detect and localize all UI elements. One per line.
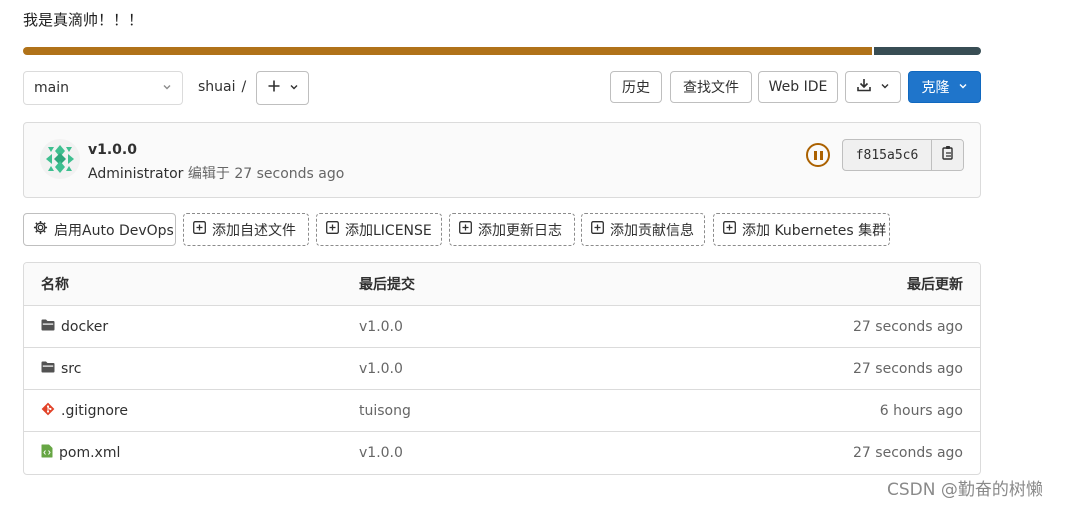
last-update-cell: 6 hours ago <box>879 402 963 419</box>
add-to-tree-button[interactable] <box>256 71 309 105</box>
breadcrumb-project[interactable]: shuai <box>198 79 236 95</box>
add-changelog-label: 添加更新日志 <box>478 222 562 239</box>
last-update-cell: 27 seconds ago <box>853 318 963 335</box>
table-row[interactable]: .gitignore tuisong 6 hours ago <box>24 390 980 432</box>
file-name-cell: pom.xml <box>41 444 120 462</box>
last-commit-cell[interactable]: v1.0.0 <box>359 319 403 335</box>
add-contributing-button[interactable]: 添加贡献信息 <box>581 213 705 246</box>
xml-file-icon <box>41 444 53 462</box>
header-last-commit: 最后提交 <box>359 277 415 293</box>
add-readme-button[interactable]: 添加自述文件 <box>183 213 309 246</box>
file-tree-table: 名称 最后提交 最后更新 docker v1.0.0 27 seconds ag… <box>23 262 981 475</box>
add-kubernetes-label: 添加 Kubernetes 集群 <box>742 222 887 239</box>
add-license-button[interactable]: 添加LICENSE <box>316 213 442 246</box>
last-commit-panel: v1.0.0 Administrator 编辑于 27 seconds ago … <box>23 122 981 198</box>
git-icon <box>41 402 55 420</box>
commit-author[interactable]: Administrator <box>88 166 183 182</box>
plus-square-icon <box>193 221 206 238</box>
table-row[interactable]: src v1.0.0 27 seconds ago <box>24 348 980 390</box>
chevron-down-icon <box>880 79 890 95</box>
last-update-cell: 27 seconds ago <box>853 360 963 377</box>
branch-selector[interactable]: main <box>23 71 183 105</box>
last-commit-cell[interactable]: tuisong <box>359 403 411 419</box>
file-name-cell: .gitignore <box>41 402 128 420</box>
add-contributing-label: 添加贡献信息 <box>610 222 694 239</box>
commit-title[interactable]: v1.0.0 <box>88 142 137 158</box>
clone-button[interactable]: 克隆 <box>908 71 981 103</box>
chevron-down-icon <box>162 82 172 95</box>
commit-sha-group: f815a5c6 <box>842 139 964 171</box>
folder-icon <box>41 361 55 377</box>
branch-name: main <box>34 80 69 96</box>
history-button[interactable]: 历史 <box>610 71 662 103</box>
plus-square-icon <box>459 221 472 238</box>
watermark: CSDN @勤奋的树懒 <box>887 480 1043 500</box>
plus-icon <box>267 79 281 97</box>
last-commit-cell[interactable]: v1.0.0 <box>359 361 403 377</box>
last-update-cell: 27 seconds ago <box>853 445 963 461</box>
auto-devops-label: 启用Auto DevOps <box>54 222 174 239</box>
file-name[interactable]: pom.xml <box>59 445 120 461</box>
file-name[interactable]: .gitignore <box>61 403 128 419</box>
add-kubernetes-cluster-button[interactable]: 添加 Kubernetes 集群 <box>713 213 890 246</box>
commit-sha[interactable]: f815a5c6 <box>843 140 932 170</box>
plus-square-icon <box>723 221 736 238</box>
download-button[interactable] <box>845 71 901 103</box>
table-row[interactable]: docker v1.0.0 27 seconds ago <box>24 306 980 348</box>
last-commit-cell[interactable]: v1.0.0 <box>359 445 403 461</box>
chevron-down-icon <box>958 79 968 95</box>
commit-meta: Administrator 编辑于 27 seconds ago <box>88 163 344 183</box>
header-last-update: 最后更新 <box>907 277 963 293</box>
breadcrumb-separator: / <box>241 79 247 95</box>
folder-icon <box>41 319 55 335</box>
commit-time: 27 seconds ago <box>234 166 345 182</box>
commit-action: 编辑于 <box>187 166 230 182</box>
file-name-cell: docker <box>41 319 108 335</box>
copy-icon <box>941 145 955 165</box>
clone-label: 克隆 <box>921 80 950 96</box>
avatar[interactable] <box>40 139 80 179</box>
language-segment[interactable] <box>23 47 872 55</box>
download-icon <box>856 77 872 97</box>
table-header: 名称 最后提交 最后更新 <box>24 263 980 306</box>
breadcrumb: shuai / <box>198 79 246 95</box>
language-segment[interactable] <box>873 47 981 55</box>
add-changelog-button[interactable]: 添加更新日志 <box>449 213 575 246</box>
gear-icon <box>33 220 48 239</box>
plus-square-icon <box>591 221 604 238</box>
file-name-cell: src <box>41 361 81 377</box>
add-license-label: 添加LICENSE <box>345 222 432 239</box>
find-file-button[interactable]: 查找文件 <box>670 71 752 103</box>
language-bar[interactable] <box>23 47 981 55</box>
header-name: 名称 <box>41 277 69 293</box>
auto-devops-button[interactable]: 启用Auto DevOps <box>23 213 176 246</box>
copy-sha-button[interactable] <box>932 140 963 170</box>
file-name[interactable]: src <box>61 361 81 377</box>
table-row[interactable]: pom.xml v1.0.0 27 seconds ago <box>24 432 980 474</box>
chevron-down-icon <box>289 80 299 96</box>
plus-square-icon <box>326 221 339 238</box>
add-readme-label: 添加自述文件 <box>212 222 296 239</box>
pipeline-status-icon[interactable] <box>806 143 830 167</box>
project-description: 我是真滴帅！！！ <box>23 11 144 29</box>
web-ide-button[interactable]: Web IDE <box>758 71 838 103</box>
file-name[interactable]: docker <box>61 319 108 335</box>
repo-toolbar: main shuai / 历史 查找文件 Web IDE 克隆 <box>23 71 981 105</box>
